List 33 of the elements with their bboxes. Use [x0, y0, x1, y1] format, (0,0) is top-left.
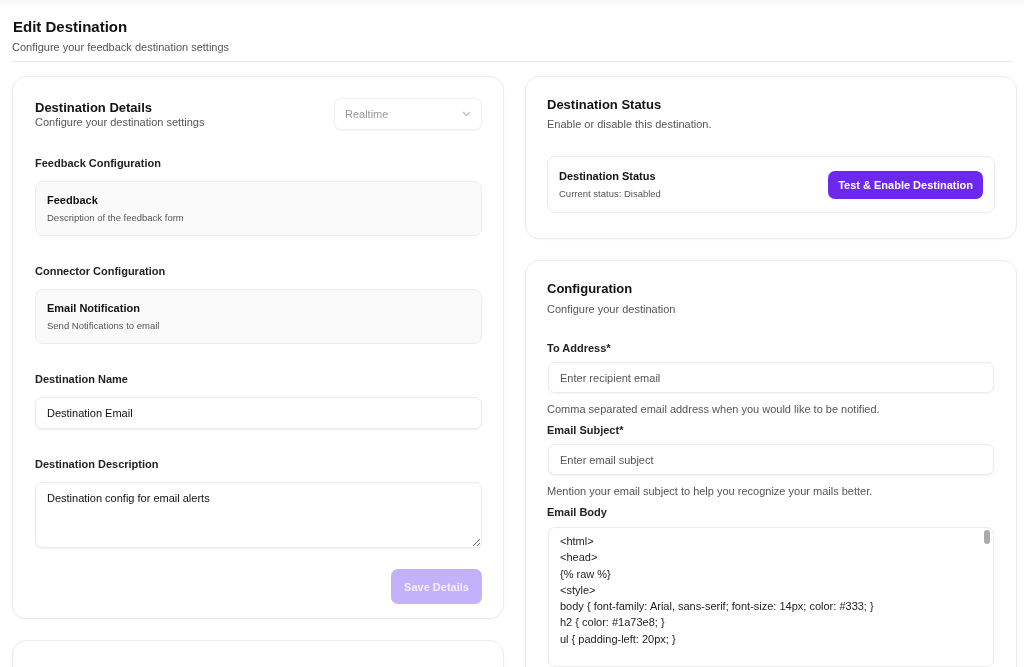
- field-label: Email Subject*: [547, 424, 624, 436]
- chevron-down-icon: [462, 111, 471, 117]
- enable-button[interactable]: Test & Enable Destination: [828, 170, 983, 199]
- tile-description: Send Notifications to email: [47, 320, 160, 331]
- page-subtitle: Configure your feedback destination settings: [12, 41, 230, 53]
- field-label: Destination Description: [35, 458, 159, 470]
- field-label: Email Body: [547, 506, 607, 518]
- help-text: Mention your email subject to help you recognize your mails better.: [547, 485, 873, 497]
- card-title: Destination Status: [547, 97, 662, 112]
- card-subtitle: Configure your destination settings: [35, 116, 205, 128]
- tile-title: Email Notification: [47, 302, 140, 314]
- option-tile[interactable]: Feedback Description of the feedback form: [35, 181, 482, 236]
- text-field[interactable]: Destination Email: [35, 397, 482, 429]
- card-subtitle: Enable or disable this destination.: [547, 118, 712, 130]
- tile-title: Feedback: [47, 194, 98, 206]
- page-title: Edit Destination: [13, 18, 128, 35]
- card-title: Destination Details: [35, 100, 153, 115]
- option-tile[interactable]: Email Notification Send Notifications to email: [35, 289, 482, 344]
- text-field[interactable]: Enter recipient email: [548, 362, 994, 393]
- tile-description: Description of the feedback form: [47, 212, 184, 223]
- field-label: To Address*: [547, 342, 611, 354]
- card-title: Configuration: [547, 281, 633, 296]
- section-label: Connector Configuration: [35, 265, 166, 277]
- text-field[interactable]: Enter email subject: [548, 444, 994, 475]
- card-subtitle: Configure your destination: [547, 303, 676, 315]
- field-label: Destination Name: [35, 373, 128, 385]
- status-title: Destination Status: [559, 170, 656, 182]
- help-text: Comma separated email address when you would like to be notified.: [547, 403, 880, 415]
- code-field[interactable]: <html> <head> {% raw %} <style> body { font-family: Arial, sans-serif; font-size: 14px; color: #333; } h2 { color: #1a73e8; } ul { padding-left: 20px; }: [548, 527, 994, 667]
- scrollbar-thumb[interactable]: [984, 530, 990, 544]
- status-text: Current status: Disabled: [559, 188, 661, 199]
- section-label: Feedback Configuration: [35, 157, 161, 169]
- text-area[interactable]: Destination config for email alerts: [35, 482, 482, 548]
